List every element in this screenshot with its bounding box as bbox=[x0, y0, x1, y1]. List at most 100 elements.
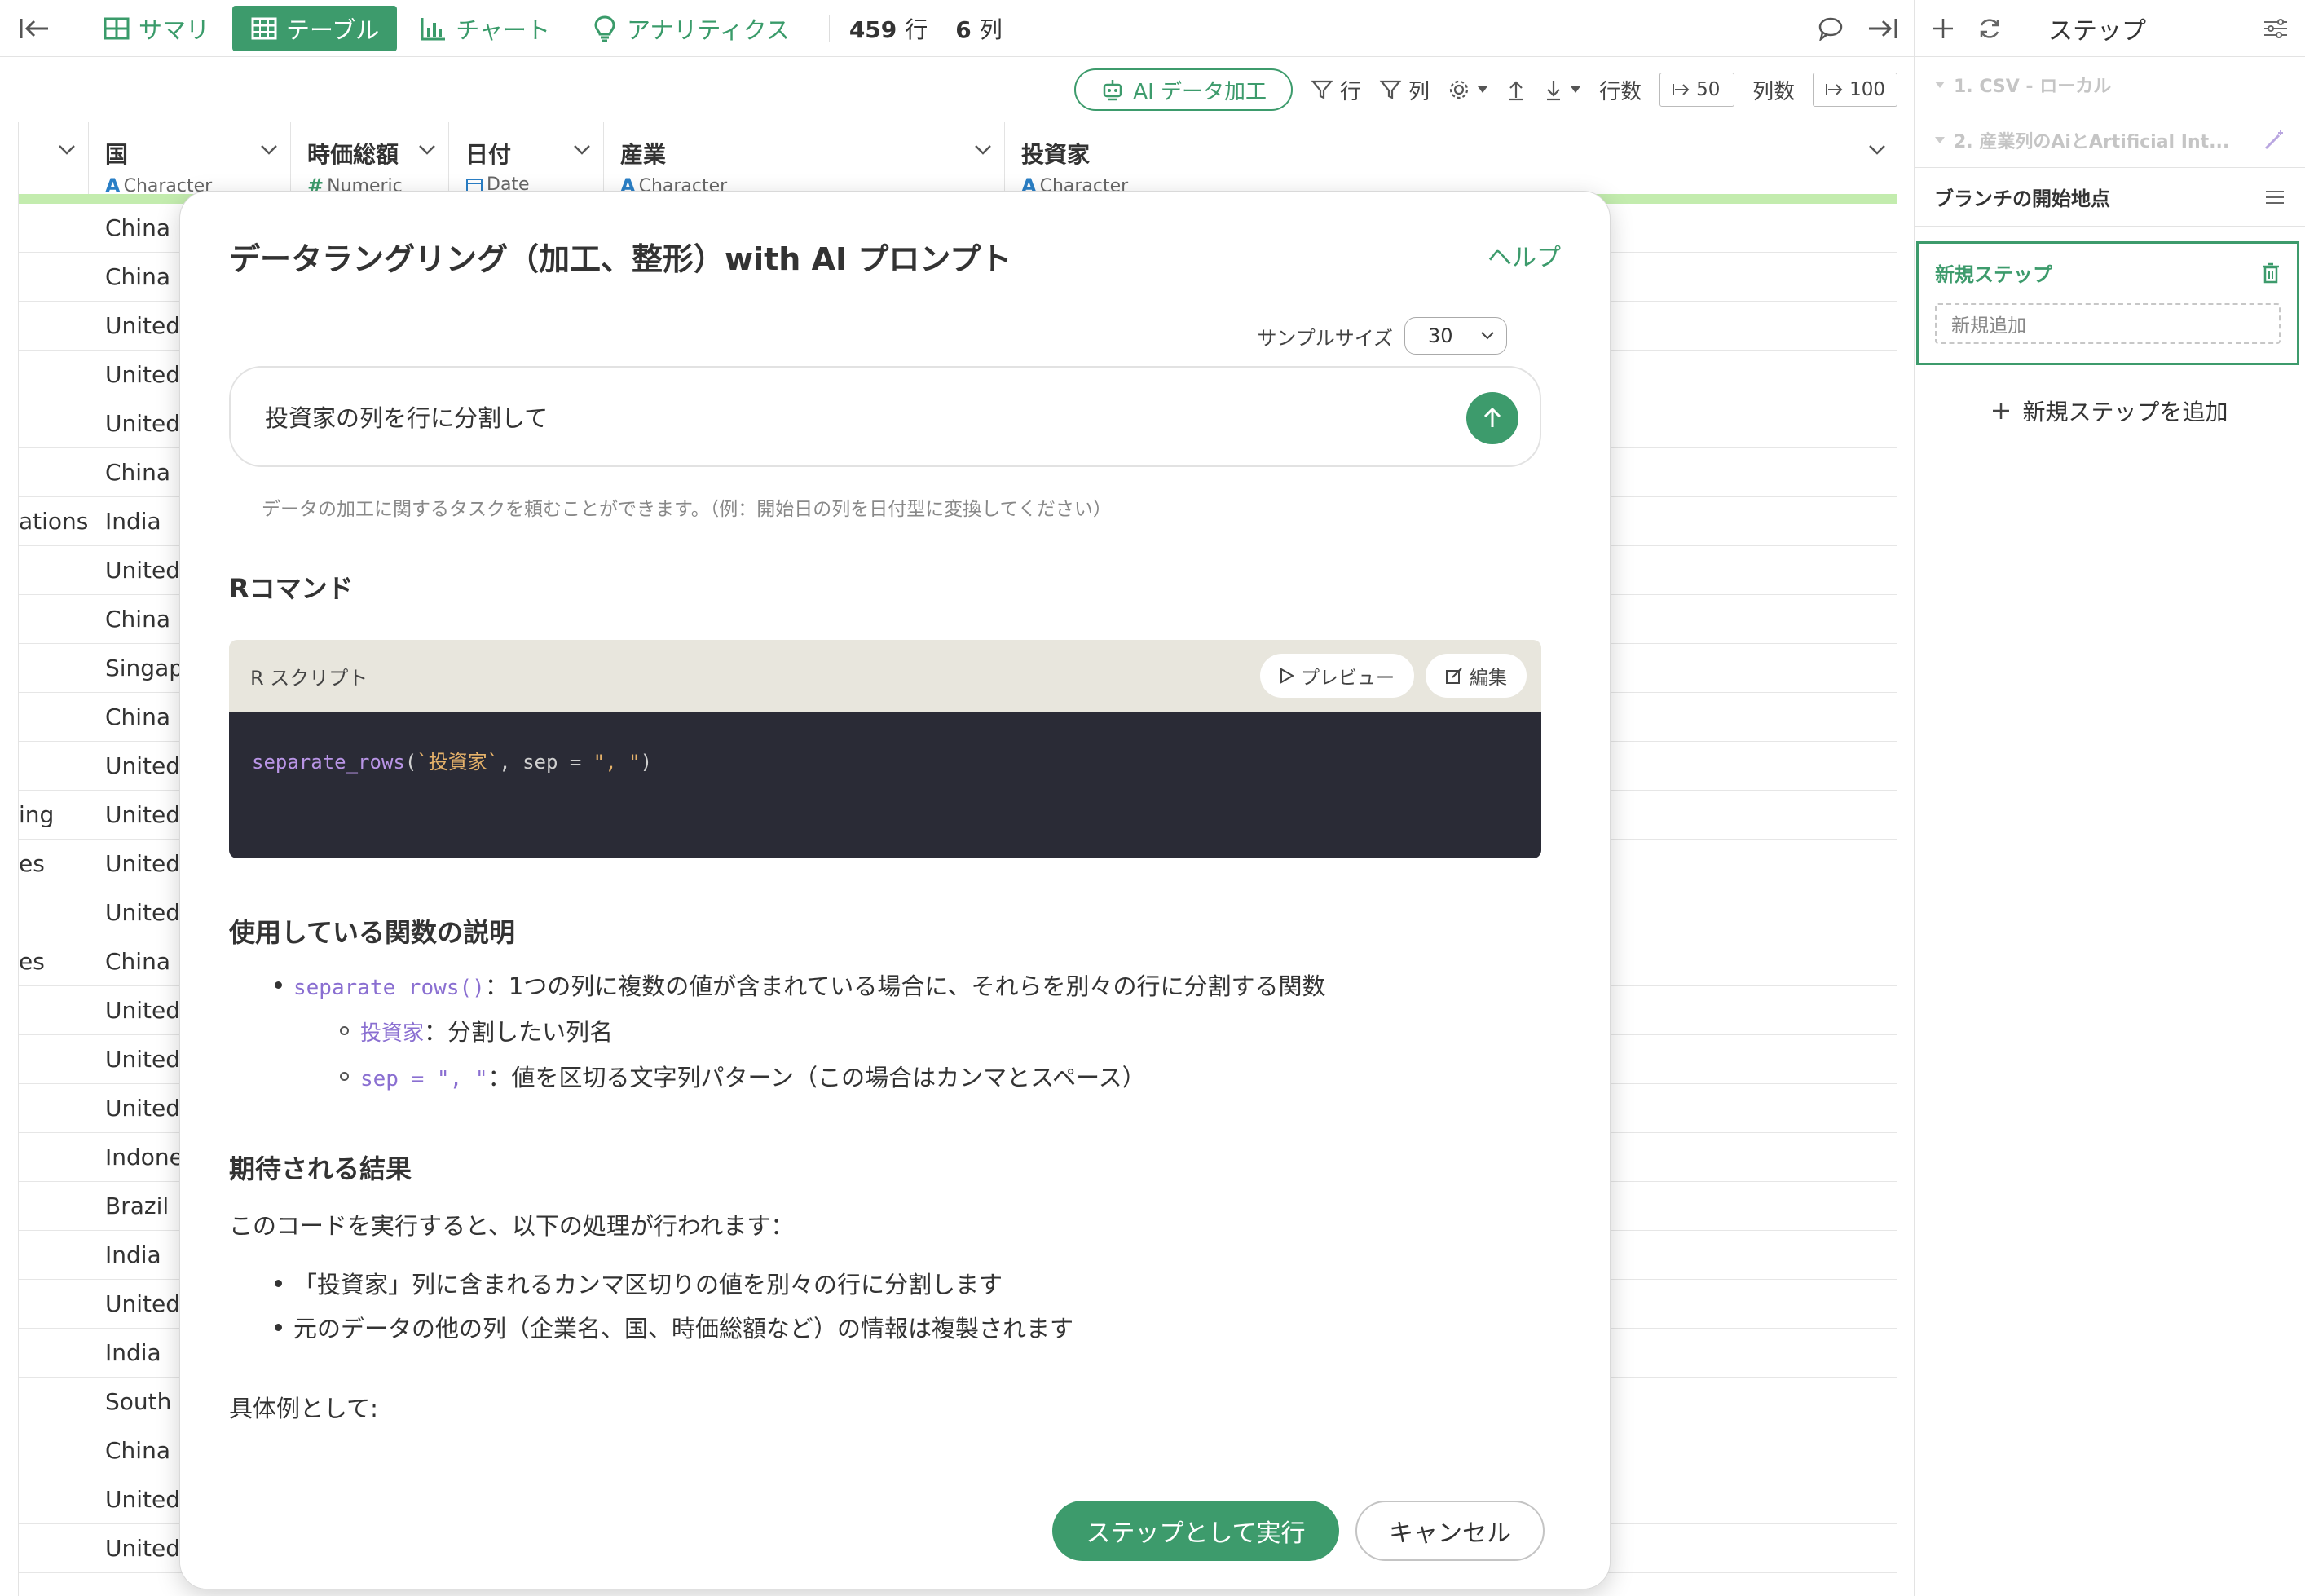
row-filter-button[interactable]: 行 bbox=[1311, 75, 1361, 105]
cell-company[interactable] bbox=[19, 1231, 89, 1280]
table-header: 国 A Character 時価総額 # Numeric 日付 Date 産業 AC… bbox=[19, 122, 1897, 204]
column-header-country[interactable]: 国 A Character bbox=[89, 122, 291, 197]
cell-company[interactable] bbox=[19, 1524, 89, 1573]
cell-company[interactable]: ations bbox=[19, 497, 89, 546]
cell-company[interactable] bbox=[19, 1280, 89, 1329]
expected-bullet-1: 「投資家」列に含まれるカンマ区切りの値を別々の行に分割します bbox=[275, 1266, 1003, 1300]
add-new-step-button[interactable]: 新規ステップを追加 bbox=[1915, 395, 2305, 427]
filter-icon bbox=[1379, 80, 1402, 99]
cell-company[interactable] bbox=[19, 399, 89, 448]
tab-summary[interactable]: サマリ bbox=[85, 6, 227, 51]
cell-company[interactable] bbox=[19, 1378, 89, 1426]
cell-company[interactable]: es bbox=[19, 840, 89, 888]
bullet-circle bbox=[340, 1025, 349, 1035]
expected-item: 「投資家」列に含まれるカンマ区切りの値を別々の行に分割します bbox=[293, 1271, 1003, 1298]
run-as-step-button[interactable]: ステップとして実行 bbox=[1052, 1501, 1339, 1561]
function-explanation-heading: 使用している関数の説明 bbox=[229, 917, 516, 948]
table-toolbar: AI データ加工 行 列 行数 50 列数 100 bbox=[0, 57, 1914, 122]
step-csv-local[interactable]: 1. CSV - ローカル bbox=[1915, 57, 2305, 112]
cell-company[interactable] bbox=[19, 448, 89, 497]
column-name: 産業 bbox=[620, 141, 667, 168]
sample-size-select[interactable]: 30 bbox=[1404, 317, 1507, 355]
cell-company[interactable] bbox=[19, 693, 89, 742]
expected-result-heading: 期待される結果 bbox=[229, 1153, 412, 1184]
help-link[interactable]: ヘルプ bbox=[1487, 237, 1561, 273]
sliders-icon[interactable] bbox=[2263, 17, 2289, 40]
chevron-down-icon[interactable] bbox=[572, 143, 592, 157]
cell-company[interactable]: es bbox=[19, 937, 89, 986]
cell-company[interactable] bbox=[19, 302, 89, 351]
tab-analytics[interactable]: アナリティクス bbox=[573, 6, 808, 51]
menu-icon[interactable] bbox=[2264, 188, 2285, 206]
preview-label: プレビュー bbox=[1301, 668, 1395, 689]
cell-company[interactable] bbox=[19, 595, 89, 644]
cell-company[interactable] bbox=[19, 742, 89, 791]
r-script-header: R スクリプト プレビュー 編集 bbox=[229, 640, 1541, 712]
cell-company[interactable]: ing bbox=[19, 791, 89, 840]
cell-company[interactable] bbox=[19, 986, 89, 1035]
function-name: separate_rows() bbox=[293, 976, 485, 1000]
settings-dropdown[interactable] bbox=[1448, 78, 1488, 101]
collapse-left-icon[interactable] bbox=[16, 11, 52, 46]
preview-button[interactable]: プレビュー bbox=[1260, 654, 1414, 698]
chevron-down-icon[interactable] bbox=[417, 143, 437, 157]
column-filter-button[interactable]: 列 bbox=[1379, 75, 1430, 105]
r-script-code[interactable]: separate_rows(`投資家`, sep = ", ") bbox=[229, 712, 1541, 858]
trash-icon[interactable] bbox=[2261, 262, 2281, 284]
prompt-input[interactable]: 投資家の列を行に分割して bbox=[229, 366, 1541, 467]
gear-icon bbox=[1449, 80, 1469, 99]
chevron-down-icon[interactable] bbox=[1867, 143, 1887, 157]
cell-company[interactable] bbox=[19, 1475, 89, 1524]
cols-limit-input[interactable]: 100 bbox=[1813, 73, 1897, 107]
arrow-up-icon bbox=[1509, 81, 1523, 101]
cell-company[interactable] bbox=[19, 1426, 89, 1475]
ai-data-wrangling-button[interactable]: AI データ加工 bbox=[1074, 68, 1294, 111]
refresh-icon[interactable] bbox=[1977, 15, 2003, 42]
bullet-circle bbox=[340, 1071, 349, 1081]
cell-company[interactable] bbox=[19, 1084, 89, 1133]
cell-company[interactable] bbox=[19, 253, 89, 302]
cell-company[interactable] bbox=[19, 1035, 89, 1084]
code-function: separate_rows bbox=[252, 751, 405, 774]
column-header-date[interactable]: 日付 Date bbox=[449, 122, 604, 196]
r-script-label: R スクリプト bbox=[250, 666, 368, 690]
cell-company[interactable] bbox=[19, 1329, 89, 1378]
caret-down-icon bbox=[1935, 81, 1945, 88]
rows-limit-input[interactable]: 50 bbox=[1659, 73, 1735, 107]
robot-icon bbox=[1104, 80, 1122, 101]
chevron-down-icon[interactable] bbox=[973, 143, 993, 157]
cols-limit-value: 100 bbox=[1849, 79, 1885, 100]
column-header-industry[interactable]: 産業 A Character bbox=[604, 122, 1005, 197]
new-step-field[interactable]: 新規追加 bbox=[1935, 303, 2281, 344]
chevron-down-icon[interactable] bbox=[259, 143, 279, 157]
collapse-right-icon[interactable] bbox=[1865, 11, 1901, 46]
download-dropdown[interactable] bbox=[1544, 78, 1581, 101]
caret-down-icon bbox=[1935, 136, 1945, 143]
chevron-down-icon[interactable] bbox=[57, 143, 77, 157]
cell-company[interactable] bbox=[19, 204, 89, 253]
branch-start-point[interactable]: ブランチの開始地点 bbox=[1915, 168, 2305, 227]
column-count-value: 6 bbox=[955, 15, 972, 43]
cell-company[interactable] bbox=[19, 351, 89, 399]
column-header-company[interactable] bbox=[19, 122, 89, 196]
function-bullet: separate_rows()：1つの列に複数の値が含まれている場合に、それらを… bbox=[275, 968, 1326, 1002]
cell-company[interactable] bbox=[19, 888, 89, 937]
tab-chart[interactable]: チャート bbox=[402, 6, 568, 51]
column-header-market-cap[interactable]: 時価総額 # Numeric bbox=[291, 122, 449, 197]
step-label: 2. 産業列のAiとArtificial Int... bbox=[1954, 131, 2230, 152]
step-industry-replace[interactable]: 2. 産業列のAiとArtificial Int... bbox=[1915, 112, 2305, 168]
edit-button[interactable]: 編集 bbox=[1426, 654, 1527, 698]
cell-company[interactable] bbox=[19, 644, 89, 693]
cell-company[interactable] bbox=[19, 1133, 89, 1182]
comment-icon[interactable] bbox=[1813, 11, 1849, 46]
table-icon bbox=[251, 17, 277, 39]
prompt-hint: データの加工に関するタスクを頼むことができます。（例：開始日の列を日付型に変換し… bbox=[262, 499, 1112, 520]
plus-icon[interactable] bbox=[1931, 16, 1955, 41]
cancel-button[interactable]: キャンセル bbox=[1355, 1501, 1545, 1561]
tab-table[interactable]: テーブル bbox=[232, 5, 398, 51]
column-header-investor[interactable]: 投資家 A Character bbox=[1005, 122, 1897, 197]
cell-company[interactable] bbox=[19, 1182, 89, 1231]
cell-company[interactable] bbox=[19, 546, 89, 595]
send-button[interactable] bbox=[1466, 392, 1518, 444]
sort-ascending-button[interactable] bbox=[1506, 78, 1526, 101]
